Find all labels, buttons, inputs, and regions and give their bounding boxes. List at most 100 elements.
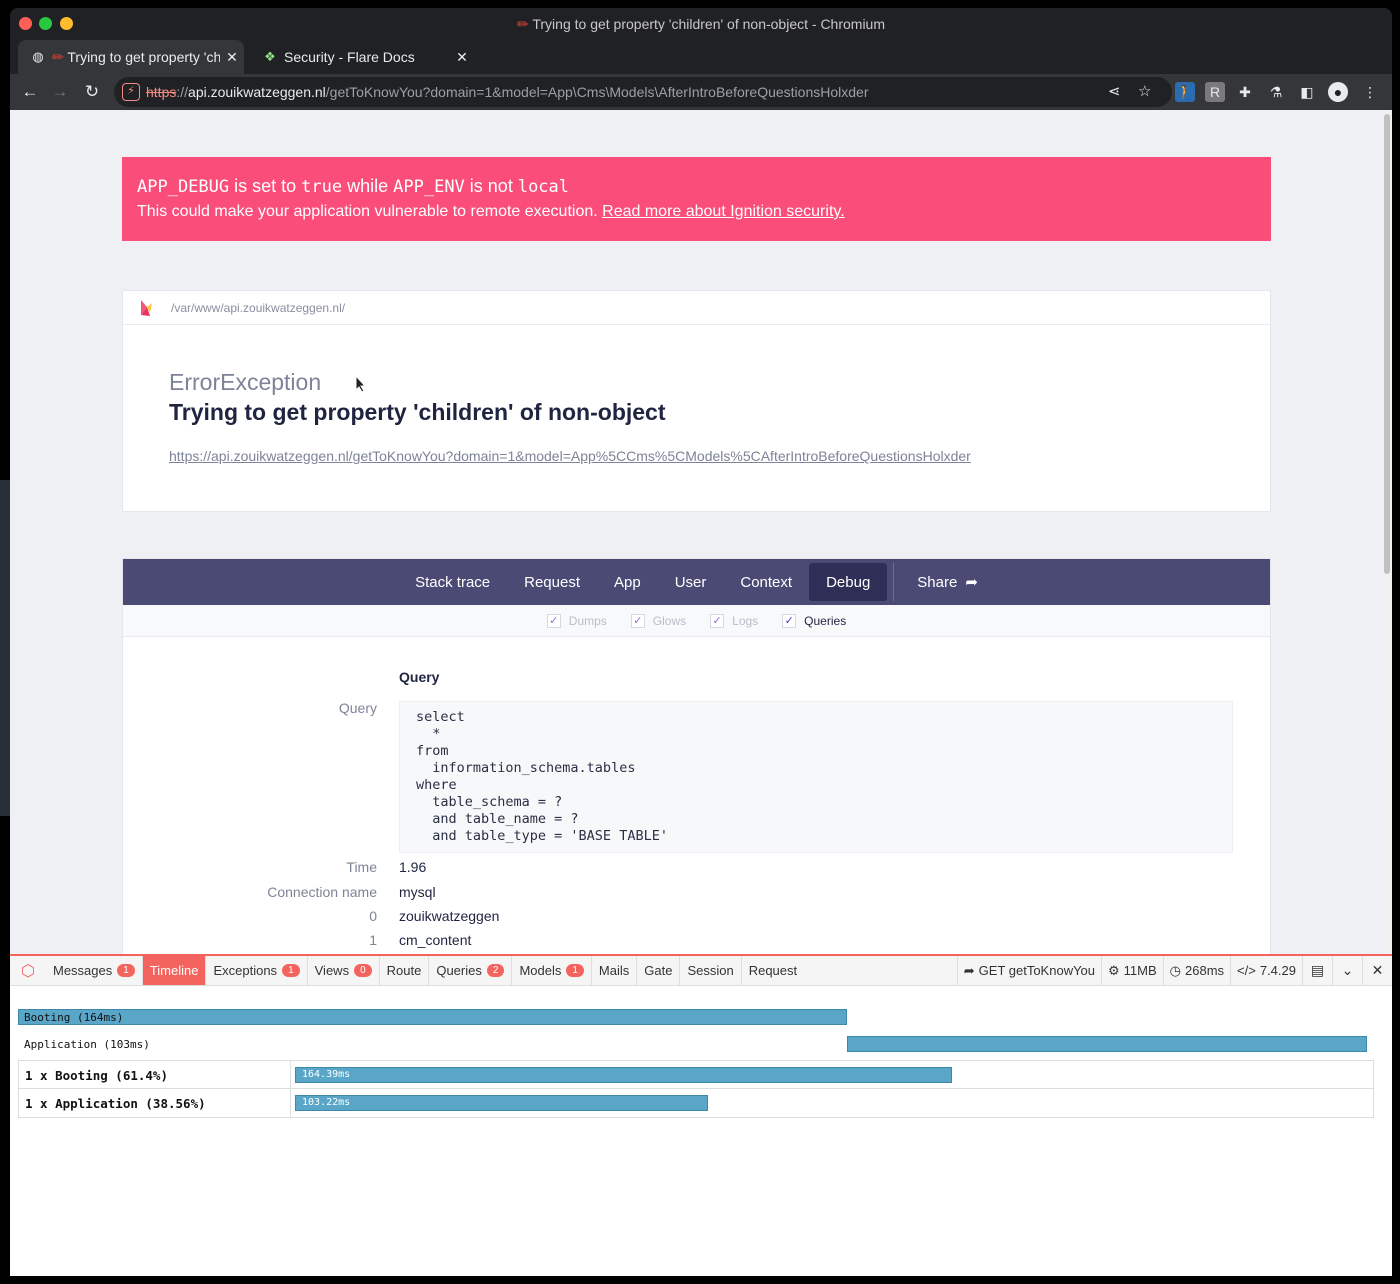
code-icon: </> <box>1237 963 1256 978</box>
insecure-lock-icon[interactable]: ⚡ <box>122 83 140 101</box>
accessibility-extension-icon[interactable]: 🚶 <box>1175 82 1195 102</box>
filter-logs[interactable]: ✓ Logs <box>710 613 759 628</box>
debugbar-header: ⬡ Messages 1 Timeline Exceptions 1 Views 0 … <box>10 956 1392 986</box>
connection-value: mysql <box>399 884 436 900</box>
tab-debug[interactable]: Debug <box>809 563 888 601</box>
share-button[interactable]: Share ➦ <box>900 559 995 605</box>
ignition-security-link[interactable]: Read more about Ignition security. <box>602 203 845 220</box>
request-url-link[interactable]: https://api.zouikwatzeggen.nl/getToKnowY… <box>169 448 971 464</box>
query-heading: Query <box>399 669 440 685</box>
timeline-row-name: 1 x Application (38.56%) <box>25 1096 206 1111</box>
debugbar-tab-messages[interactable]: Messages 1 <box>46 956 143 985</box>
column-divider <box>290 1089 291 1117</box>
debug-filter-bar: ✓ Dumps ✓ Glows ✓ Logs ✓ Queries <box>123 605 1270 637</box>
count-badge: 2 <box>486 964 505 977</box>
checkbox-icon[interactable]: ✓ <box>782 613 797 628</box>
debugbar-tab-gate[interactable]: Gate <box>637 956 681 985</box>
timeline-row-value: 164.39ms <box>302 1069 351 1080</box>
tab-app[interactable]: App <box>597 559 658 605</box>
warning-title: APP_DEBUG is set to true while APP_ENV i… <box>137 176 1256 197</box>
tab-request[interactable]: Request <box>507 559 597 605</box>
close-icon[interactable]: ✕ <box>1362 956 1392 985</box>
debugbar-tab-views[interactable]: Views 0 <box>308 956 380 985</box>
address-url[interactable]: https://api.zouikwatzeggen.nl/getToKnowY… <box>146 84 868 100</box>
debugbar-tab-label: Request <box>748 963 798 978</box>
more-menu-icon[interactable]: ⋮ <box>1360 82 1380 102</box>
debugbar-tab-label: Exceptions <box>213 963 278 978</box>
debugbar-tab-label: Timeline <box>149 963 199 978</box>
warning-text: while <box>342 176 394 196</box>
debugbar-tab-timeline[interactable]: Timeline <box>142 956 207 985</box>
time-label: Time <box>346 859 377 875</box>
tab-stack-trace[interactable]: Stack trace <box>398 559 507 605</box>
forward-arrow-icon[interactable]: → <box>48 80 72 104</box>
count-badge: 1 <box>117 964 135 977</box>
debugbar-tab-label: Mails <box>598 963 630 978</box>
laravel-logo-icon[interactable]: ⬡ <box>10 956 46 985</box>
minimize-chevron-icon[interactable]: ⌄ <box>1332 956 1362 985</box>
filter-dumps[interactable]: ✓ Dumps <box>546 613 607 628</box>
warning-text: is set to <box>229 176 302 196</box>
warning-keyword: APP_ENV <box>393 177 465 197</box>
filter-label: Logs <box>732 613 759 628</box>
error-card-header: /var/www/api.zouikwatzeggen.nl/ <box>123 291 1270 325</box>
binding-value: cm_content <box>399 932 472 948</box>
error-card: /var/www/api.zouikwatzeggen.nl/ ErrorExc… <box>122 290 1271 512</box>
checkbox-icon[interactable]: ✓ <box>710 613 725 628</box>
tab-user[interactable]: User <box>658 559 724 605</box>
sql-code-block: select * from information_schema.tables … <box>399 701 1233 853</box>
tab-close-icon[interactable]: ✕ <box>220 49 244 66</box>
tab-error-page[interactable]: ◍ ✏ Trying to get property 'children' of… <box>18 40 244 74</box>
debugbar-tab-models[interactable]: Models 1 <box>512 956 592 985</box>
back-arrow-icon[interactable]: ← <box>18 80 42 104</box>
debugbar-tab-queries[interactable]: Queries 2 <box>429 956 513 985</box>
request-stat[interactable]: ➦ GET getToKnowYou <box>956 956 1101 985</box>
folder-open-icon[interactable]: ▤ <box>1302 956 1332 985</box>
laravel-debugbar: ⬡ Messages 1 Timeline Exceptions 1 Views 0 … <box>10 954 1392 1276</box>
count-badge: 0 <box>354 964 372 977</box>
debugbar-tab-exceptions[interactable]: Exceptions 1 <box>206 956 308 985</box>
share-arrow-icon: ➦ <box>963 962 975 978</box>
scrollbar-thumb[interactable] <box>1384 114 1390 574</box>
address-bar[interactable]: ⚡ https://api.zouikwatzeggen.nl/getToKno… <box>114 77 1172 107</box>
side-panel-icon[interactable]: ◧ <box>1297 82 1317 102</box>
flask-icon[interactable]: ⚗ <box>1266 82 1286 102</box>
checkbox-icon[interactable]: ✓ <box>630 613 645 628</box>
debugbar-tab-route[interactable]: Route <box>380 956 430 985</box>
cogs-icon: ⚙ <box>1108 962 1120 978</box>
tab-close-icon[interactable]: ✕ <box>450 49 474 66</box>
debugbar-tab-label: Views <box>314 963 350 978</box>
duration-text: 268ms <box>1185 963 1225 978</box>
duration-stat: ◷ 268ms <box>1162 956 1230 985</box>
checkbox-icon[interactable]: ✓ <box>546 613 561 628</box>
debugbar-tab-mails[interactable]: Mails <box>592 956 638 985</box>
profile-avatar-icon[interactable]: ● <box>1328 82 1348 102</box>
debugbar-tab-request[interactable]: Request <box>742 956 804 985</box>
tab-label-text: Trying to get property 'children' of non… <box>67 48 220 65</box>
time-value: 1.96 <box>399 859 427 875</box>
tab-flare-docs[interactable]: ❖ Security - Flare Docs ✕ <box>250 40 474 74</box>
browser-toolbar: ← → ↻ ⚡ https://api.zouikwatzeggen.nl/ge… <box>10 74 1392 110</box>
count-badge: 1 <box>566 964 584 977</box>
warning-description: This could make your application vulnera… <box>137 203 1256 221</box>
flare-icon: ❖ <box>264 49 276 64</box>
page-scrollbar[interactable] <box>1382 110 1392 954</box>
tab-label: Security - Flare Docs <box>284 49 415 65</box>
timeline-row-bar: 103.22ms <box>295 1095 708 1111</box>
reader-extension-icon[interactable]: R <box>1205 82 1225 102</box>
tab-context[interactable]: Context <box>723 559 809 605</box>
request-text: GET getToKnowYou <box>978 963 1096 978</box>
share-icon[interactable]: ⋖ <box>1108 82 1121 100</box>
section-nav: Stack trace Request App User Context Deb… <box>123 559 1270 605</box>
desktop-background <box>0 480 10 816</box>
debugbar-tab-session[interactable]: Session <box>680 956 742 985</box>
title-bar: ✏ Trying to get property 'children' of n… <box>10 8 1392 38</box>
debugbar-tab-label: Route <box>386 963 422 978</box>
filter-glows[interactable]: ✓ Glows <box>630 613 686 628</box>
extensions-puzzle-icon[interactable]: ✚ <box>1235 82 1255 102</box>
bookmark-star-icon[interactable]: ☆ <box>1138 82 1151 100</box>
timeline-table: 1 x Booting (61.4%) 164.39ms 1 x Applica… <box>18 1060 1374 1118</box>
filter-queries[interactable]: ✓ Queries <box>782 613 846 628</box>
reload-icon[interactable]: ↻ <box>80 80 104 104</box>
nav-divider <box>893 563 895 601</box>
